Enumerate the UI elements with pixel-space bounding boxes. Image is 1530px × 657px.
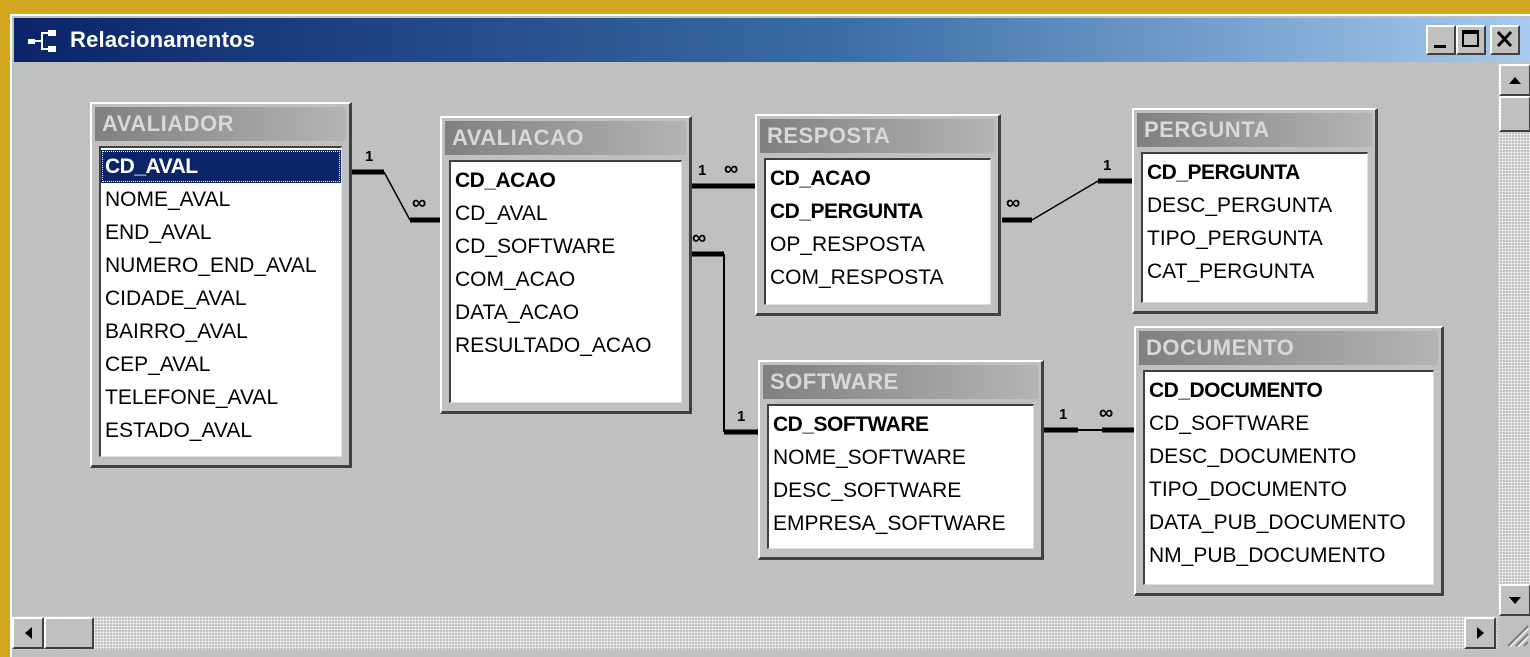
- scroll-thumb[interactable]: [44, 617, 94, 649]
- relationship-one-label: 1: [698, 162, 707, 179]
- table-pergunta[interactable]: PERGUNTA CD_PERGUNTA DESC_PERGUNTA TIPO_…: [1132, 108, 1378, 314]
- table-title[interactable]: AVALIACAO: [445, 121, 686, 155]
- relationships-window: Relacionamentos 1 ∞ 1 ∞ 1 ∞ 1 ∞ 1 ∞ AVAL…: [10, 14, 1530, 657]
- minimize-icon: [1434, 45, 1446, 48]
- field-item[interactable]: CD_ACAO: [451, 164, 681, 197]
- field-item[interactable]: EMPRESA_SOFTWARE: [769, 507, 1033, 540]
- field-item[interactable]: CD_DOCUMENTO: [1145, 374, 1433, 407]
- field-item[interactable]: DESC_DOCUMENTO: [1145, 440, 1433, 473]
- field-item[interactable]: TIPO_DOCUMENTO: [1145, 473, 1433, 506]
- field-item[interactable]: COM_RESPOSTA: [766, 261, 990, 294]
- minimize-button[interactable]: [1426, 25, 1456, 55]
- field-item[interactable]: DESC_PERGUNTA: [1143, 189, 1367, 222]
- field-item[interactable]: ESTADO_AVAL: [101, 414, 341, 447]
- relationship-one-label: 1: [365, 148, 374, 165]
- table-resposta[interactable]: RESPOSTA CD_ACAO CD_PERGUNTA OP_RESPOSTA…: [755, 114, 1001, 316]
- field-item[interactable]: CD_SOFTWARE: [769, 408, 1033, 441]
- field-item[interactable]: NUMERO_END_AVAL: [101, 249, 341, 282]
- close-icon: [1496, 30, 1513, 48]
- relationship-one-label: 1: [1103, 157, 1112, 174]
- window-title: Relacionamentos: [70, 27, 256, 52]
- field-item[interactable]: TELEFONE_AVAL: [101, 381, 341, 414]
- field-item[interactable]: DATA_ACAO: [451, 296, 681, 329]
- field-item[interactable]: CEP_AVAL: [101, 348, 341, 381]
- relationships-canvas[interactable]: 1 ∞ 1 ∞ 1 ∞ 1 ∞ 1 ∞ AVALIADOR CD_AVAL NO…: [12, 64, 1498, 616]
- table-avaliador[interactable]: AVALIADOR CD_AVAL NOME_AVAL END_AVAL NUM…: [90, 102, 352, 468]
- relationship-many-label: ∞: [1099, 402, 1113, 424]
- field-item[interactable]: RESULTADO_ACAO: [451, 329, 681, 362]
- scroll-up-button[interactable]: [1499, 64, 1530, 96]
- relationship-one-label: 1: [737, 408, 746, 425]
- scroll-down-button[interactable]: [1499, 584, 1530, 616]
- relationship-many-label: ∞: [692, 227, 706, 249]
- field-list[interactable]: CD_DOCUMENTO CD_SOFTWARE DESC_DOCUMENTO …: [1143, 370, 1434, 585]
- table-title[interactable]: RESPOSTA: [760, 119, 995, 153]
- table-avaliacao[interactable]: AVALIACAO CD_ACAO CD_AVAL CD_SOFTWARE CO…: [440, 116, 692, 414]
- field-item[interactable]: CAT_PERGUNTA: [1143, 255, 1367, 288]
- field-item[interactable]: CD_PERGUNTA: [1143, 156, 1367, 189]
- field-item[interactable]: NM_PUB_DOCUMENTO: [1145, 539, 1433, 572]
- arrow-down-icon: [1509, 597, 1521, 604]
- field-item[interactable]: BAIRRO_AVAL: [101, 315, 341, 348]
- field-item[interactable]: DESC_SOFTWARE: [769, 474, 1033, 507]
- field-list[interactable]: CD_SOFTWARE NOME_SOFTWARE DESC_SOFTWARE …: [767, 404, 1034, 549]
- table-documento[interactable]: DOCUMENTO CD_DOCUMENTO CD_SOFTWARE DESC_…: [1134, 326, 1444, 596]
- field-item[interactable]: OP_RESPOSTA: [766, 228, 990, 261]
- field-item[interactable]: CD_SOFTWARE: [451, 230, 681, 263]
- size-grip[interactable]: [1498, 616, 1530, 650]
- table-title[interactable]: SOFTWARE: [763, 365, 1038, 399]
- field-item[interactable]: CD_SOFTWARE: [1145, 407, 1433, 440]
- table-software[interactable]: SOFTWARE CD_SOFTWARE NOME_SOFTWARE DESC_…: [758, 360, 1044, 560]
- vertical-scrollbar[interactable]: [1498, 64, 1530, 616]
- field-item[interactable]: CD_AVAL: [101, 150, 341, 183]
- scroll-thumb[interactable]: [1499, 96, 1530, 132]
- table-title[interactable]: DOCUMENTO: [1139, 331, 1438, 365]
- relationship-many-label: ∞: [412, 192, 426, 214]
- relationship-many-label: ∞: [724, 158, 738, 180]
- field-list[interactable]: CD_PERGUNTA DESC_PERGUNTA TIPO_PERGUNTA …: [1141, 152, 1368, 303]
- resize-grip-icon: [1507, 625, 1530, 648]
- maximize-icon: [1462, 30, 1479, 47]
- scroll-right-button[interactable]: [1464, 617, 1496, 649]
- field-list[interactable]: CD_AVAL NOME_AVAL END_AVAL NUMERO_END_AV…: [99, 146, 342, 457]
- field-item[interactable]: COM_ACAO: [451, 263, 681, 296]
- field-item[interactable]: TIPO_PERGUNTA: [1143, 222, 1367, 255]
- relationship-many-label: ∞: [1006, 192, 1020, 214]
- table-title[interactable]: AVALIADOR: [95, 107, 346, 141]
- relationships-icon: [28, 30, 56, 52]
- field-item[interactable]: CD_ACAO: [766, 162, 990, 195]
- arrow-right-icon: [1477, 627, 1484, 639]
- arrow-left-icon: [25, 627, 32, 639]
- table-title[interactable]: PERGUNTA: [1137, 113, 1372, 147]
- field-list[interactable]: CD_ACAO CD_PERGUNTA OP_RESPOSTA COM_RESP…: [764, 158, 991, 305]
- relationship-one-label: 1: [1059, 406, 1068, 423]
- field-list[interactable]: CD_ACAO CD_AVAL CD_SOFTWARE COM_ACAO DAT…: [449, 160, 682, 403]
- field-item[interactable]: CIDADE_AVAL: [101, 282, 341, 315]
- scroll-left-button[interactable]: [12, 617, 44, 649]
- field-item[interactable]: CD_PERGUNTA: [766, 195, 990, 228]
- field-item[interactable]: END_AVAL: [101, 216, 341, 249]
- horizontal-scrollbar[interactable]: [12, 616, 1498, 650]
- close-button[interactable]: [1490, 25, 1520, 55]
- field-item[interactable]: CD_AVAL: [451, 197, 681, 230]
- maximize-button[interactable]: [1456, 25, 1486, 55]
- arrow-up-icon: [1509, 77, 1521, 84]
- field-item[interactable]: DATA_PUB_DOCUMENTO: [1145, 506, 1433, 539]
- field-item[interactable]: NOME_AVAL: [101, 183, 341, 216]
- title-bar[interactable]: Relacionamentos: [14, 18, 1530, 62]
- field-item[interactable]: NOME_SOFTWARE: [769, 441, 1033, 474]
